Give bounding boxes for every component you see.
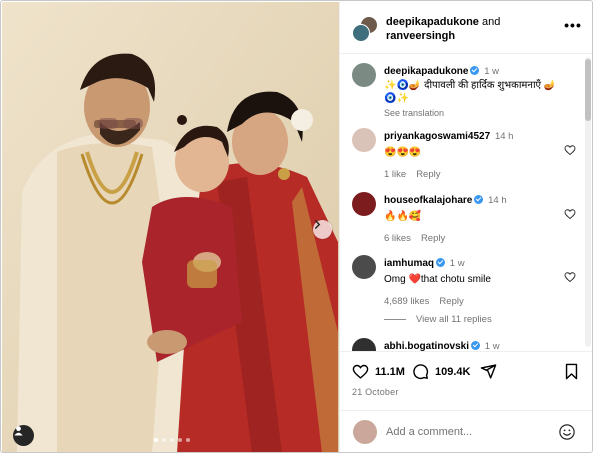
post-actions: 11.1M 109.4K 21 October	[340, 351, 592, 410]
verified-badge-icon	[474, 195, 484, 204]
comment-username[interactable]: abhi.bogatinovski	[384, 341, 469, 351]
carousel-dot	[178, 438, 182, 442]
caption-username[interactable]: deepikapadukone	[384, 66, 468, 77]
post-modal: deepikapadukone and ranveersingh ••• dee…	[0, 0, 593, 453]
save-button[interactable]	[564, 363, 579, 380]
caption-text: ✨🧿🪔 दीपावली की हार्दिक शुभकामनाएँ 🪔 🧿✨	[384, 80, 557, 104]
more-options-button[interactable]: •••	[564, 17, 582, 33]
author-username[interactable]: deepikapadukone	[386, 16, 479, 28]
comment-time[interactable]: 14 h	[495, 131, 514, 142]
like-count[interactable]: 11.1M	[375, 366, 405, 378]
view-replies-label: View all 11 replies	[416, 314, 492, 325]
verified-badge-icon	[436, 258, 446, 267]
chevron-right-icon	[314, 220, 321, 229]
reply-button[interactable]: Reply	[416, 168, 440, 181]
verified-badge-icon	[471, 341, 481, 350]
divider	[384, 319, 406, 320]
comment-username[interactable]: priyankagoswami4527	[384, 131, 490, 142]
caption-time[interactable]: 1 w	[484, 66, 499, 77]
post-side-panel: deepikapadukone and ranveersingh ••• dee…	[339, 2, 592, 452]
comment-username[interactable]: iamhumaq	[384, 258, 434, 269]
comment-likes[interactable]: 4,689 likes	[384, 295, 429, 308]
post-header: deepikapadukone and ranveersingh •••	[340, 2, 592, 54]
avatar[interactable]	[352, 128, 376, 152]
like-comment-heart-icon[interactable]	[564, 208, 576, 220]
avatar[interactable]	[352, 255, 376, 279]
carousel-dot	[162, 438, 166, 442]
verified-badge-icon	[470, 66, 480, 75]
comment-text: 😍😍😍	[384, 147, 422, 158]
comment-likes[interactable]: 1 like	[384, 168, 406, 181]
heart-icon	[352, 364, 369, 379]
emoji-icon[interactable]	[558, 423, 576, 441]
view-replies-button[interactable]: View all 11 replies	[384, 314, 492, 325]
like-comment-heart-icon[interactable]	[564, 144, 576, 156]
share-icon	[480, 364, 497, 379]
scrollbar-thumb[interactable]	[585, 59, 591, 121]
carousel-dot	[154, 438, 158, 442]
comment-time[interactable]: 14 h	[488, 195, 507, 206]
like-button[interactable]: 11.1M	[352, 363, 405, 380]
reply-button[interactable]: Reply	[421, 232, 445, 245]
comment-input[interactable]	[386, 423, 546, 441]
post-date[interactable]: 21 October	[352, 387, 399, 397]
comments-scrollbar[interactable]	[585, 57, 591, 347]
joiner-text: and	[481, 16, 501, 28]
comment-time[interactable]: 1 w	[485, 341, 500, 351]
comment-button[interactable]: 109.4K	[412, 363, 470, 380]
comment-icon	[413, 364, 429, 380]
avatar[interactable]	[352, 192, 376, 216]
comment-time[interactable]: 1 w	[450, 258, 465, 269]
post-photo[interactable]	[2, 2, 339, 452]
carousel-dot	[186, 438, 190, 442]
carousel-indicator	[154, 438, 190, 442]
comments-list[interactable]: deepikapadukone 1 w ✨🧿🪔 दीपावली की हार्द…	[340, 55, 592, 351]
comment-count[interactable]: 109.4K	[435, 366, 470, 378]
like-comment-heart-icon[interactable]	[564, 271, 576, 283]
avatar[interactable]	[352, 338, 376, 351]
user-tag-icon	[14, 426, 23, 436]
bookmark-icon	[565, 363, 578, 380]
coauthor-username[interactable]: ranveersingh	[386, 30, 455, 42]
comment-composer	[340, 410, 592, 452]
current-user-avatar	[353, 420, 377, 444]
comment-text: 🔥🔥🥰	[384, 211, 422, 222]
reply-button[interactable]: Reply	[439, 295, 463, 308]
comment-likes[interactable]: 6 likes	[384, 232, 411, 245]
user-tags-button[interactable]	[13, 425, 34, 446]
carousel-dot	[170, 438, 174, 442]
more-icon: •••	[564, 17, 582, 33]
collab-avatars[interactable]	[352, 16, 378, 42]
family-photo-illustration	[2, 2, 339, 452]
avatar	[352, 24, 370, 42]
comment-username[interactable]: houseofkalajohare	[384, 195, 472, 206]
see-translation-link[interactable]: See translation	[384, 107, 564, 120]
share-button[interactable]	[480, 363, 497, 380]
avatar[interactable]	[352, 63, 376, 87]
comment-text: Omg ❤️that chotu smile	[384, 274, 491, 285]
collab-names: deepikapadukone and ranveersingh	[386, 15, 556, 43]
next-photo-button[interactable]	[313, 220, 332, 239]
